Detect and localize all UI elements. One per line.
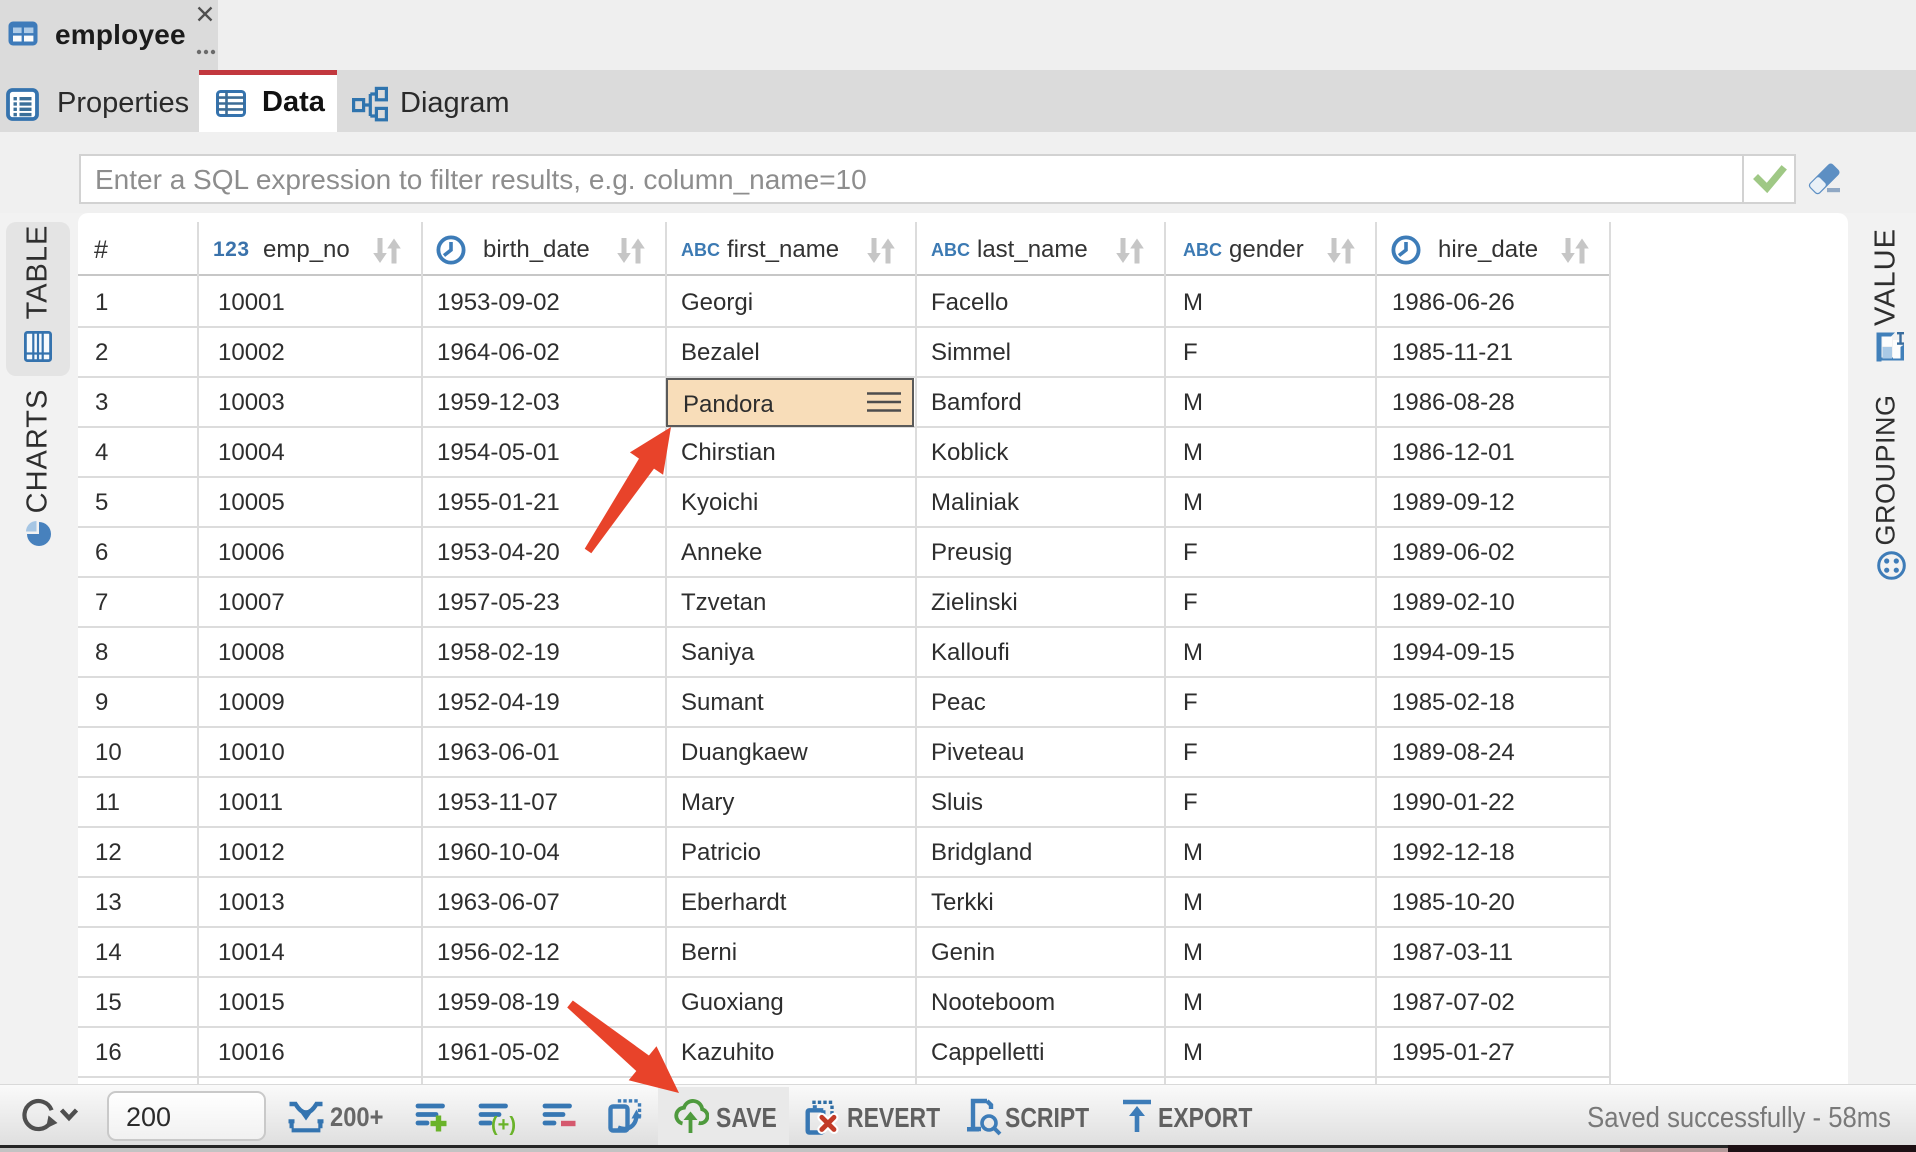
svg-text:(+): (+) xyxy=(491,1114,516,1136)
